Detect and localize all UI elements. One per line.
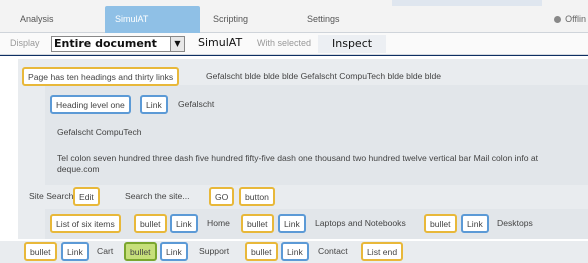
tab-bar-stripe [392, 0, 542, 6]
status-indicator: Offlin [554, 6, 588, 33]
bullet-item[interactable]: bullet [424, 214, 457, 233]
bullet-item[interactable]: bullet [245, 242, 278, 261]
with-selected-label: With selected [257, 38, 312, 48]
status-dot-icon [554, 16, 562, 24]
tab-bar: Analysis SimulAT Scripting Settings Offl… [0, 0, 588, 33]
link-item[interactable]: Link [278, 214, 306, 233]
link-item[interactable]: Link [140, 95, 168, 114]
nav-laptops: Laptops and Notebooks [315, 218, 406, 228]
edit-item[interactable]: Edit [73, 187, 100, 206]
link-item[interactable]: Link [281, 242, 309, 261]
toolbar: Display Entire document ▼ SimulAT With s… [0, 33, 588, 55]
link-item[interactable]: Link [170, 214, 198, 233]
tab-simulat[interactable]: SimulAT [105, 6, 200, 33]
bullet-item[interactable]: bullet [241, 214, 274, 233]
site-search-label: Site Search [29, 191, 74, 201]
nav-support: Support [199, 246, 230, 256]
display-select-value: Entire document [54, 37, 157, 50]
tab-settings[interactable]: Settings [297, 6, 392, 33]
display-select[interactable]: Entire document ▼ [51, 36, 185, 52]
company-name: Gefalscht CompuTech [57, 127, 142, 137]
dropdown-arrow-icon[interactable]: ▼ [170, 37, 184, 51]
link-item[interactable]: Link [61, 242, 89, 261]
contact-info: Tel colon seven hundred three dash five … [57, 153, 539, 174]
list-item[interactable]: List of six items [50, 214, 121, 233]
nav-desktops: Desktops [497, 218, 533, 228]
bullet-item[interactable]: bullet [134, 214, 167, 233]
status-label: Offlin [565, 14, 586, 24]
link-item[interactable]: Link [160, 242, 188, 261]
search-field-text[interactable]: Search the site... [125, 189, 190, 204]
tab-analysis[interactable]: Analysis [10, 6, 105, 33]
nav-home: Home [207, 218, 230, 228]
nav-cart: Cart [97, 246, 114, 256]
bullet-item-selected[interactable]: bullet [124, 242, 157, 261]
bullet-item[interactable]: bullet [24, 242, 57, 261]
display-label: Display [10, 38, 40, 48]
button-item[interactable]: button [239, 187, 275, 206]
page-heading-text: Gefalscht blde blde blde Gefalscht Compu… [206, 71, 442, 81]
heading-level-item[interactable]: Heading level one [50, 95, 131, 114]
toolbar-title: SimulAT [198, 36, 243, 49]
page-summary-item[interactable]: Page has ten headings and thirty links [22, 67, 180, 86]
go-button[interactable]: GO [209, 187, 235, 206]
heading-link-text: Gefalscht [178, 99, 215, 109]
tab-scripting[interactable]: Scripting [203, 6, 298, 33]
list-end-item[interactable]: List end [361, 242, 404, 261]
nav-contact: Contact [318, 246, 348, 256]
simulation-view: Page has ten headings and thirty links G… [0, 56, 588, 263]
inspect-button[interactable]: Inspect [318, 35, 387, 53]
link-item[interactable]: Link [461, 214, 489, 233]
